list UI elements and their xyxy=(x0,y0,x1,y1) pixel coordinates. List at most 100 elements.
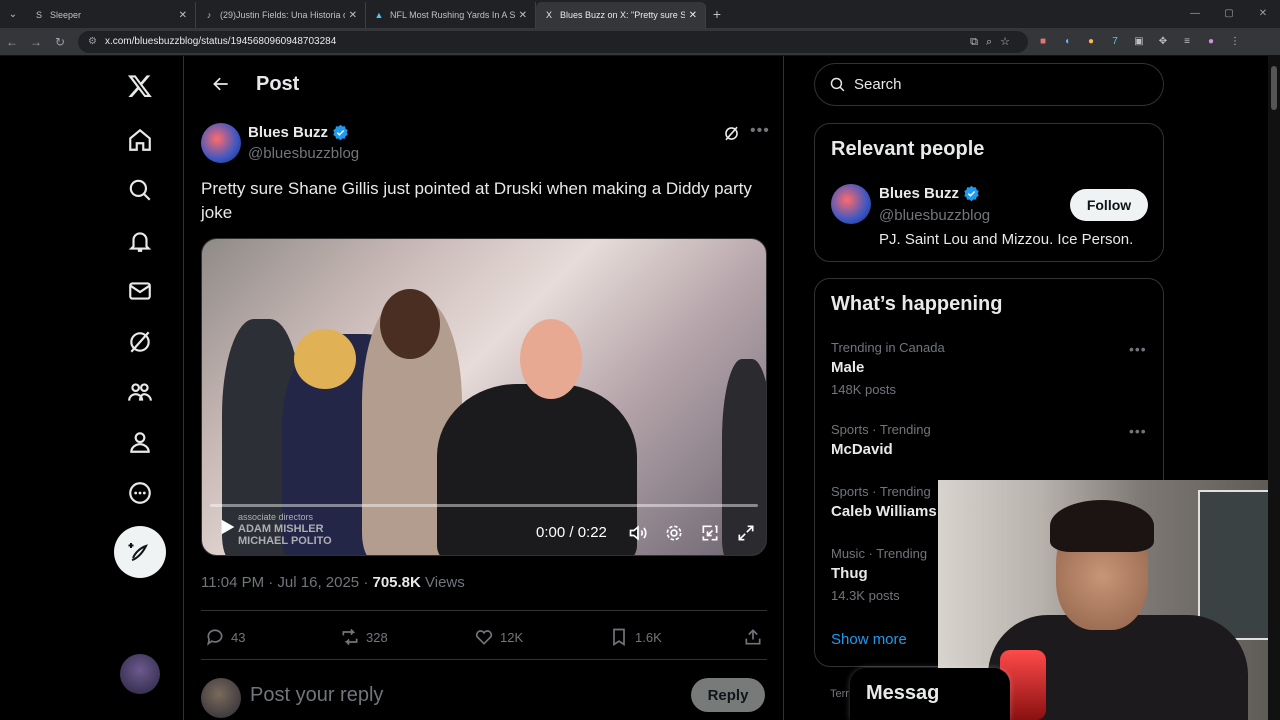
fullscreen-icon[interactable] xyxy=(736,523,756,543)
page-scrollbar[interactable] xyxy=(1268,56,1280,720)
account-avatar[interactable] xyxy=(120,654,160,694)
messages-drawer[interactable]: Messag xyxy=(850,668,1010,720)
author-avatar[interactable] xyxy=(201,123,241,163)
tab-nfl[interactable]: ▲ NFL Most Rushing Yards In A S ✕ xyxy=(366,2,536,28)
profile-icon[interactable]: ● xyxy=(1204,36,1218,47)
verified-badge-icon[interactable] xyxy=(332,124,349,141)
trend-item[interactable]: Sports · Trending Caleb Williams xyxy=(831,484,937,520)
post-header: Post xyxy=(184,56,784,112)
reply-button[interactable]: 43 xyxy=(205,627,245,647)
extension-icon[interactable]: ● xyxy=(1084,36,1098,47)
tab-search-menu[interactable]: ⌄ xyxy=(0,0,26,28)
extension-icon[interactable]: ◖ xyxy=(1060,36,1074,47)
site-info-icon[interactable]: ⚙ xyxy=(88,36,97,47)
reply-submit-button[interactable]: Reply xyxy=(691,678,765,712)
repost-button[interactable]: 328 xyxy=(340,627,388,647)
reply-input[interactable]: Post your reply xyxy=(250,684,383,707)
relevant-people-card: Relevant people Blues Buzz @bluesbuzzblo… xyxy=(814,123,1164,262)
person-name-text: Blues Buzz xyxy=(879,185,960,202)
search-input[interactable]: Search xyxy=(814,63,1164,106)
trend-item[interactable]: Trending in Canada Male 148K posts xyxy=(831,340,945,397)
like-button[interactable]: 12K xyxy=(474,627,523,647)
extension-icon[interactable]: 7 xyxy=(1108,36,1122,47)
home-icon[interactable] xyxy=(114,114,166,166)
url-field[interactable]: ⚙ x.com/bluesbuzzblog/status/19456809609… xyxy=(78,30,1028,53)
tab-tiktok[interactable]: ♪ (29)Justin Fields: Una Historia d ✕ xyxy=(196,2,366,28)
video-progress-bar[interactable] xyxy=(210,504,758,507)
back-arrow-icon[interactable]: ← xyxy=(0,35,24,49)
tiktok-favicon-icon: ♪ xyxy=(206,10,212,20)
video-player[interactable]: associate directors ADAM MISHLER MICHAEL… xyxy=(201,238,767,556)
more-circle-icon[interactable] xyxy=(114,467,166,519)
minimize-icon[interactable]: — xyxy=(1178,0,1212,28)
author-name[interactable]: Blues Buzz xyxy=(248,124,349,141)
repost-icon xyxy=(342,628,358,646)
profile-icon[interactable] xyxy=(114,416,166,468)
trend-item[interactable]: Sports · Trending McDavid xyxy=(831,422,931,458)
follow-button[interactable]: Follow xyxy=(1070,189,1148,221)
trend-count: 14.3K posts xyxy=(831,588,900,603)
video-figure xyxy=(380,289,440,359)
communities-icon[interactable] xyxy=(114,366,166,418)
credit-line: ADAM MISHLER xyxy=(238,523,324,535)
back-button[interactable] xyxy=(194,74,248,94)
bell-icon[interactable] xyxy=(114,215,166,267)
close-icon[interactable]: ✕ xyxy=(349,10,357,21)
more-options-icon[interactable]: ••• xyxy=(1129,423,1147,439)
author-handle[interactable]: @bluesbuzzblog xyxy=(248,145,359,162)
show-more-link[interactable]: Show more xyxy=(831,631,907,648)
puzzle-icon[interactable]: ✥ xyxy=(1156,36,1170,47)
reply-count: 43 xyxy=(231,629,246,645)
scrollbar-thumb[interactable] xyxy=(1271,66,1277,110)
close-icon[interactable]: ✕ xyxy=(689,10,697,21)
tab-title: (29)Justin Fields: Una Historia d xyxy=(220,10,345,20)
search-icon[interactable] xyxy=(114,164,166,216)
grok-explain-icon[interactable] xyxy=(722,124,741,148)
reply-avatar xyxy=(201,678,241,718)
post-timestamp[interactable]: 11:04 PM · Jul 16, 2025 · xyxy=(201,574,372,591)
close-icon[interactable]: ✕ xyxy=(519,10,527,21)
media-icon[interactable]: ≡ xyxy=(1180,36,1194,47)
trend-name: Male xyxy=(831,359,865,376)
bookmark-button[interactable]: 1.6K xyxy=(609,627,662,647)
maximize-icon[interactable]: ▢ xyxy=(1212,0,1246,28)
omnibox-actions[interactable]: ⧉⌕☆ xyxy=(970,35,1018,49)
play-button[interactable] xyxy=(216,516,238,543)
kebab-menu-icon[interactable]: ⋮ xyxy=(1228,36,1242,47)
close-icon[interactable]: ✕ xyxy=(179,10,187,21)
x-logo-icon[interactable] xyxy=(114,60,166,112)
address-bar-row: ← → ↻ ⚙ x.com/bluesbuzzblog/status/19456… xyxy=(0,28,1280,56)
settings-gear-icon[interactable] xyxy=(664,523,684,543)
reload-icon[interactable]: ↻ xyxy=(48,35,72,49)
picture-in-picture-icon[interactable] xyxy=(700,523,720,543)
close-window-icon[interactable]: ✕ xyxy=(1246,0,1280,28)
main-column: Post Blues Buzz @bluesbuzzblog ••• Prett… xyxy=(184,56,784,720)
repost-count: 328 xyxy=(366,629,388,645)
volume-icon[interactable] xyxy=(628,523,648,543)
terms-link[interactable]: Terr xyxy=(830,688,849,700)
verified-badge-icon xyxy=(964,185,979,202)
views-count: 705.8K xyxy=(372,574,421,591)
messages-label: Messag xyxy=(866,682,940,704)
person-name[interactable]: Blues Buzz xyxy=(879,185,980,202)
grok-icon[interactable] xyxy=(114,316,166,368)
tab-x-post[interactable]: X Blues Buzz on X: "Pretty sure Sh ✕ xyxy=(536,2,706,28)
play-icon xyxy=(221,519,235,535)
person-avatar[interactable] xyxy=(831,184,871,224)
trend-item[interactable]: Music · Trending Thug 14.3K posts xyxy=(831,546,927,603)
share-button[interactable] xyxy=(743,627,763,647)
forward-arrow-icon[interactable]: → xyxy=(24,35,48,49)
tab-sleeper[interactable]: S Sleeper ✕ xyxy=(26,2,196,28)
compose-post-button[interactable] xyxy=(114,526,166,578)
mail-icon[interactable] xyxy=(114,265,166,317)
video-credit: associate directors ADAM MISHLER MICHAEL… xyxy=(238,511,332,547)
more-options-icon[interactable]: ••• xyxy=(1129,341,1147,357)
extension-icon[interactable]: ▣ xyxy=(1132,36,1146,47)
person-handle[interactable]: @bluesbuzzblog xyxy=(879,207,990,224)
extension-icon[interactable]: ■ xyxy=(1036,36,1050,47)
search-placeholder: Search xyxy=(854,76,902,93)
new-tab-button[interactable]: + xyxy=(706,6,728,22)
action-bar: 43 328 12K 1.6K xyxy=(201,622,767,652)
tweet-text: Pretty sure Shane Gillis just pointed at… xyxy=(201,179,752,222)
more-options-icon[interactable]: ••• xyxy=(750,122,770,140)
